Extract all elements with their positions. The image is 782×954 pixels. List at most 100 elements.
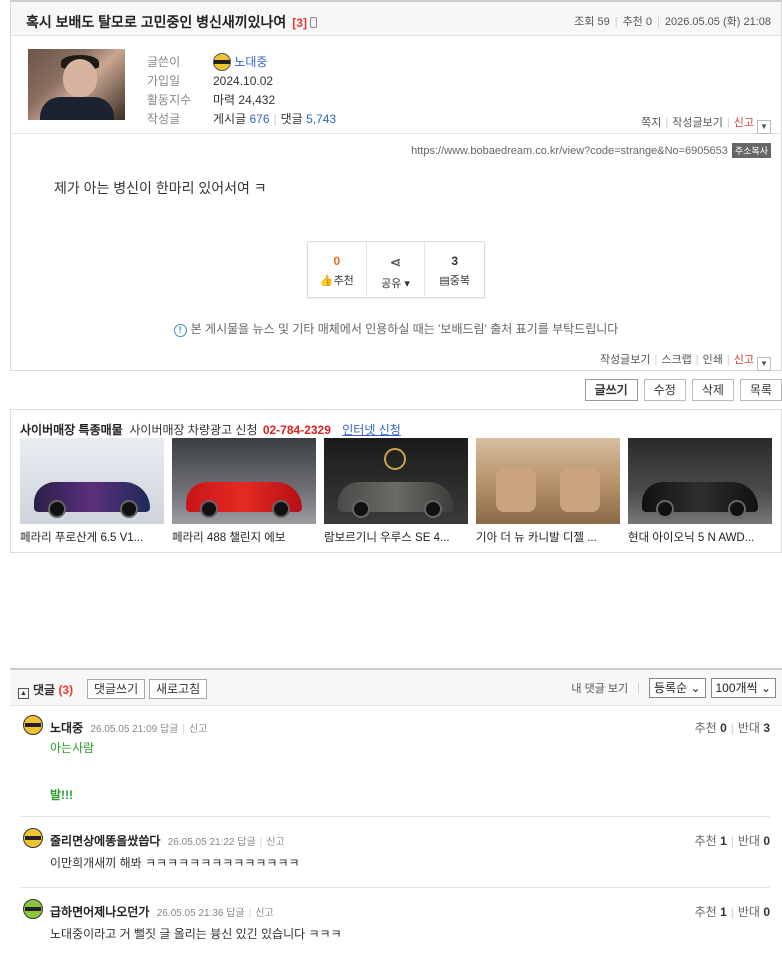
user-avatar-icon xyxy=(23,828,43,848)
notice-text: 본 게시물을 뉴스 및 기타 매체에서 인용하실 때는 '보배드림' 출처 표기… xyxy=(190,322,619,336)
user-avatar-icon xyxy=(213,53,231,71)
my-comments-link[interactable]: 내 댓글 보기 xyxy=(571,680,628,696)
ad-item[interactable]: 현대 아이오닉 5 N AWD... xyxy=(628,438,772,545)
author-info: 글쓴이 가입일 활동지수 작성글 노대중 2024.10.02 마력 24,43… xyxy=(11,37,781,134)
report-link-bottom[interactable]: 신고 xyxy=(734,354,754,366)
sort-value: 등록순 xyxy=(653,681,688,695)
comment-votes: 추천 1 | 반대 0 xyxy=(694,905,770,919)
down-label[interactable]: 반대 xyxy=(738,721,760,735)
comment-report-link[interactable]: 신고 xyxy=(266,837,284,848)
comments-controls: 내 댓글 보기 | 등록순 ⌄ 100개씩 ⌄ xyxy=(571,678,776,698)
recommend-label: 추천 xyxy=(333,275,354,287)
comment-author: 줄리면상에똥을쌌씁다 26.05.05 21:22 답글 | 신고 xyxy=(50,834,285,848)
list-button[interactable]: 목록 xyxy=(739,379,782,401)
comments-title[interactable]: ▲ 댓글 (3) xyxy=(18,681,73,699)
ad-image xyxy=(628,438,772,524)
post-title: 혹시 보배도 탈모로 고민중인 병신새끼있나여 [3] xyxy=(26,12,317,32)
recommend-button[interactable]: 0 👍추천 xyxy=(308,242,367,297)
label-posts: 작성글 xyxy=(147,112,181,126)
duplicate-button[interactable]: 3 ▤중복 xyxy=(425,242,484,297)
post-url-text: https://www.bobaedream.co.kr/view?code=s… xyxy=(411,145,728,157)
ad-item[interactable]: 페라리 푸로산게 6.5 V1... xyxy=(20,438,164,545)
author-nickname[interactable]: 노대중 xyxy=(234,55,267,69)
ad-item[interactable]: 기아 더 뉴 카니발 디젤 ... xyxy=(476,438,620,545)
comment-item: 노대중 26.05.05 21:09 답글 | 신고 추천 0 | 반대 3 아는사람 … xyxy=(10,715,782,814)
comment-votes: 추천 1 | 반대 0 xyxy=(694,834,770,848)
comment-date: 26.05.05 21:22 xyxy=(167,837,235,848)
ads-subtitle: 사이버매장 차량광고 신청 xyxy=(129,423,258,437)
reply-link[interactable]: 답글 xyxy=(237,837,255,848)
per-page-select[interactable]: 100개씩 ⌄ xyxy=(710,678,776,698)
print-link[interactable]: 인쇄 xyxy=(703,354,723,366)
user-avatar-icon xyxy=(23,899,43,919)
up-label[interactable]: 추천 xyxy=(695,834,717,848)
replies-label: 댓글 xyxy=(280,112,303,126)
post-content: 제가 아는 병신이 한마리 있어서여 ㅋ xyxy=(54,180,267,196)
comment-report-link[interactable]: 신고 xyxy=(255,908,273,919)
ad-image xyxy=(20,438,164,524)
share-icon: ⋖ xyxy=(389,254,402,270)
up-label[interactable]: 추천 xyxy=(695,721,717,735)
view-posts-link[interactable]: 작성글보기 xyxy=(672,117,723,129)
ad-image xyxy=(172,438,316,524)
comment-author-name[interactable]: 노대중 xyxy=(50,721,83,735)
ad-image xyxy=(324,438,468,524)
share-button[interactable]: ⋖ 공유 ▾ xyxy=(367,242,426,297)
edit-button[interactable]: 수정 xyxy=(643,379,686,401)
author-posts-count[interactable]: 676 xyxy=(249,112,269,126)
chevron-down-icon[interactable]: ▼ xyxy=(757,357,771,371)
chevron-down-icon[interactable]: ▼ xyxy=(757,120,771,134)
author-joined: 2024.10.02 xyxy=(213,74,274,88)
write-comment-button[interactable]: 댓글쓰기 xyxy=(87,679,146,699)
comments-count: (3) xyxy=(58,683,74,697)
sort-select[interactable]: 등록순 ⌄ xyxy=(648,678,706,698)
ad-item[interactable]: 페라리 488 챌린지 에보 xyxy=(172,438,316,545)
refresh-button[interactable]: 새로고침 xyxy=(149,679,208,699)
ads-title: 사이버매장 특종매물 xyxy=(20,423,123,437)
post-meta: 조회 59 | 추천 0 | 2026.05.05 (화) 21:08 xyxy=(574,16,771,28)
down-label[interactable]: 반대 xyxy=(738,905,760,919)
write-button[interactable]: 글쓰기 xyxy=(584,379,638,401)
up-label[interactable]: 추천 xyxy=(695,905,717,919)
ads-apply-link[interactable]: 인터넷 신청 xyxy=(342,423,401,437)
author-links: 쪽지 | 작성글보기 | 신고 ▼ xyxy=(641,114,771,134)
down-label[interactable]: 반대 xyxy=(738,834,760,848)
comment-votes: 추천 0 | 반대 3 xyxy=(694,721,770,735)
scrap-link[interactable]: 스크랩 xyxy=(661,354,691,366)
message-link[interactable]: 쪽지 xyxy=(641,117,661,129)
posts-label: 게시글 xyxy=(213,112,247,126)
ad-caption: 현대 아이오닉 5 N AWD... xyxy=(628,532,755,544)
ad-image xyxy=(476,438,620,524)
views-count: 59 xyxy=(597,16,610,28)
comment-author: 노대중 26.05.05 21:09 답글 | 신고 xyxy=(50,721,208,735)
comments-header: ▲ 댓글 (3) 댓글쓰기 새로고침 내 댓글 보기 | 등록순 ⌄ 100개씩 ⌄ xyxy=(10,670,782,706)
post-comment-count[interactable]: [3] xyxy=(292,16,307,30)
comment-author-name[interactable]: 줄리면상에똥을쌌씁다 xyxy=(50,834,160,848)
thumbs-up-icon: 👍 xyxy=(319,275,334,287)
comment-text: 발!!! xyxy=(50,788,74,802)
comment-report-link[interactable]: 신고 xyxy=(189,724,207,735)
up-count: 0 xyxy=(720,721,727,735)
copy-icon: ▤ xyxy=(439,275,450,287)
ads-header: 사이버매장 특종매물 사이버매장 차량광고 신청 02-784-2329 인터넷… xyxy=(20,421,401,438)
view-posts-link-bottom[interactable]: 작성글보기 xyxy=(600,354,651,366)
comment-text: 아는사람 xyxy=(50,741,95,755)
copy-url-button[interactable]: 주소복사 xyxy=(731,143,771,158)
label-writer: 글쓴이 xyxy=(147,55,181,69)
reply-link[interactable]: 답글 xyxy=(226,908,244,919)
up-count: 1 xyxy=(720,834,727,848)
comment-text: 이만희개새끼 해봐 ㅋㅋㅋㅋㅋㅋㅋㅋㅋㅋㅋㅋㅋㅋ xyxy=(50,856,300,870)
post-url: https://www.bobaedream.co.kr/view?code=s… xyxy=(411,143,771,158)
likes-label: 추천 xyxy=(622,16,643,28)
delete-button[interactable]: 삭제 xyxy=(691,379,734,401)
report-link[interactable]: 신고 xyxy=(734,117,754,129)
comment-author-name[interactable]: 급하면어제나오던가 xyxy=(50,905,149,919)
collapse-icon[interactable]: ▲ xyxy=(18,688,29,699)
author-values: 노대중 2024.10.02 마력 24,432 게시글 676 | 댓글 5,74… xyxy=(213,53,337,126)
reply-link[interactable]: 답글 xyxy=(160,724,178,735)
post-bottom-links: 작성글보기 | 스크랩 | 인쇄 | 신고 ▼ xyxy=(600,351,771,371)
author-replies-count[interactable]: 5,743 xyxy=(306,112,336,126)
ad-item[interactable]: 람보르기니 우루스 SE 4... xyxy=(324,438,468,545)
post-title-text: 혹시 보배도 탈모로 고민중인 병신새끼있나여 xyxy=(26,14,287,30)
label-joined: 가입일 xyxy=(147,74,181,88)
